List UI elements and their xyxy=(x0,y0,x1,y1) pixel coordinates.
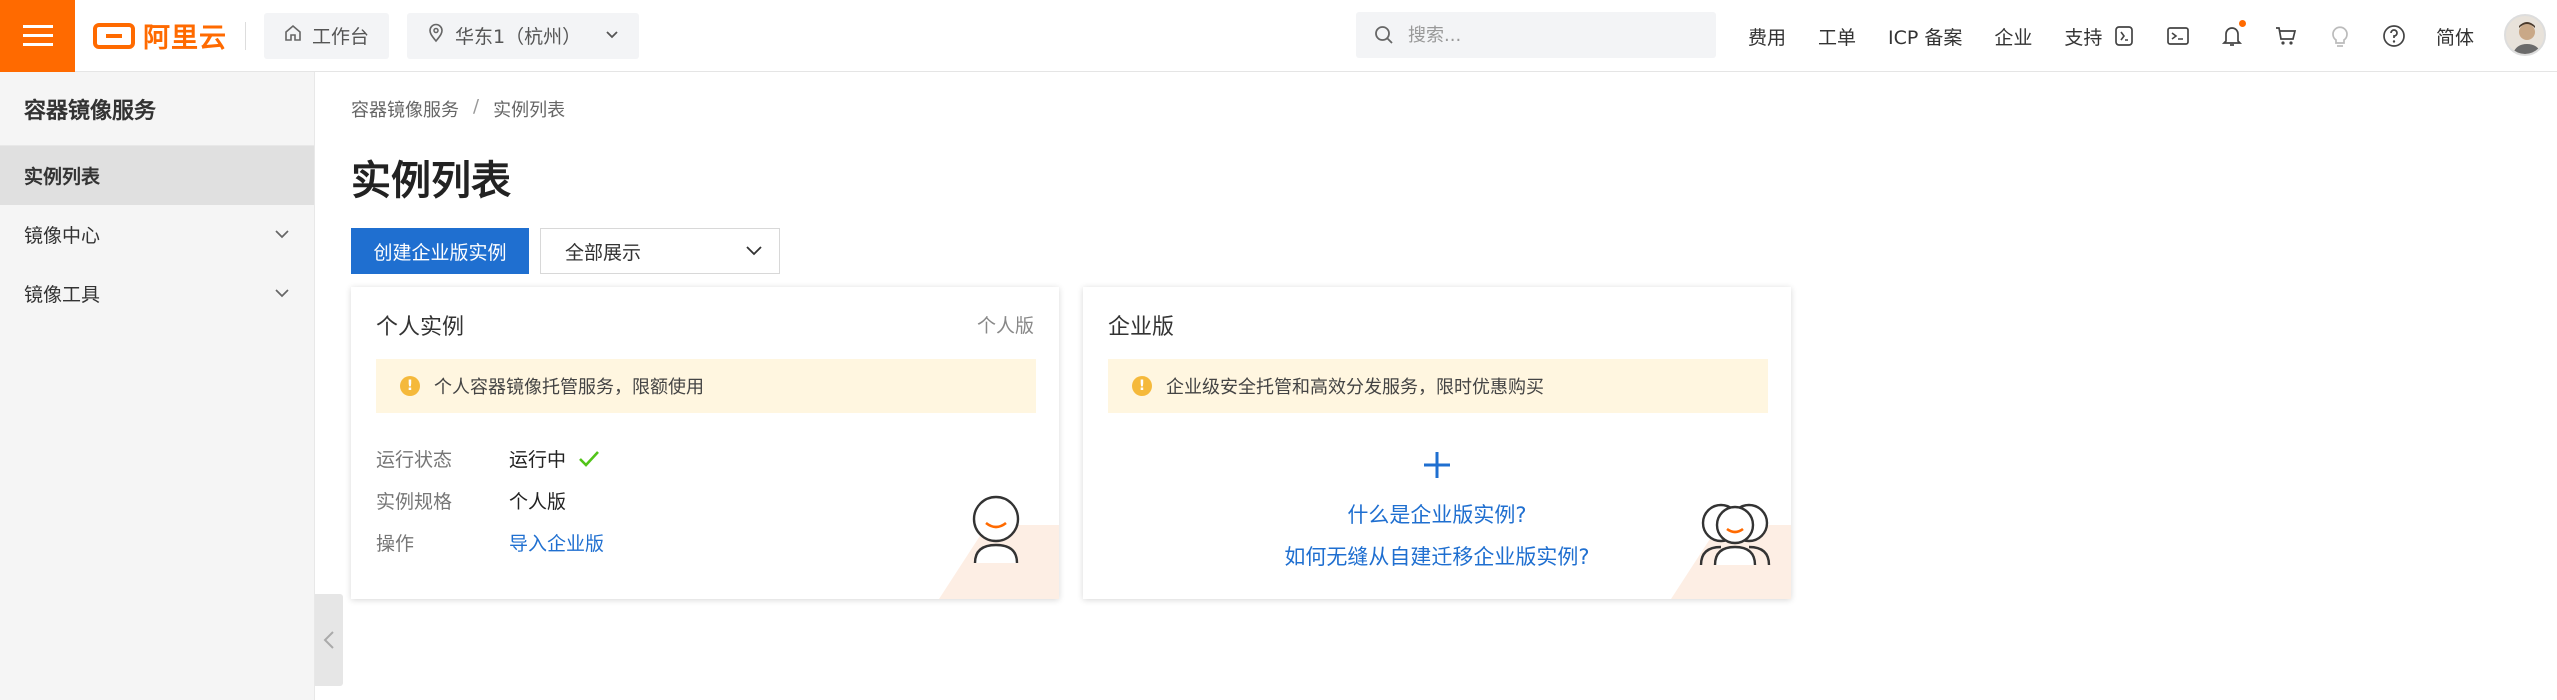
search-box[interactable] xyxy=(1356,12,1716,58)
sidebar-item-image-center[interactable]: 镜像中心 xyxy=(0,205,314,264)
aliyun-logo[interactable]: 阿里云 xyxy=(93,0,227,72)
chevron-down-icon xyxy=(274,227,290,243)
top-bar: 阿里云 工作台 华东1（杭州） 费用 工单 ICP 备案 企业 支持 xyxy=(0,0,2557,72)
sidebar-item-image-tools[interactable]: 镜像工具 xyxy=(0,264,314,323)
top-link-fees[interactable]: 费用 xyxy=(1748,23,1786,50)
notice-text: 企业级安全托管和高效分发服务，限时优惠购买 xyxy=(1166,377,1544,398)
notice-text: 个人容器镜像托管服务，限额使用 xyxy=(434,377,704,398)
spec-value: 个人版 xyxy=(509,491,567,513)
sidebar-item-instance-list[interactable]: 实例列表 xyxy=(0,146,314,205)
migrate-enterprise-link[interactable]: 如何无缝从自建迁移企业版实例? xyxy=(1083,541,1791,571)
create-enterprise-instance-button[interactable]: 创建企业版实例 xyxy=(351,228,529,274)
card-tag: 个人版 xyxy=(976,315,1034,337)
sidebar-item-label: 镜像工具 xyxy=(24,284,101,306)
avatar[interactable] xyxy=(2504,14,2546,56)
enterprise-instance-card: 企业版 ! 企业级安全托管和高效分发服务，限时优惠购买 什么是企业版实例? 如何… xyxy=(1083,287,1791,599)
top-link-tickets[interactable]: 工单 xyxy=(1818,23,1856,50)
main-content: 容器镜像服务 / 实例列表 实例列表 创建企业版实例 全部展示 个人实例 个人版… xyxy=(315,72,2557,700)
status-row: 运行状态 运行中 xyxy=(376,445,600,472)
page-title: 实例列表 xyxy=(351,158,511,204)
chevron-down-icon xyxy=(746,246,762,256)
filter-select[interactable]: 全部展示 xyxy=(540,228,780,274)
menu-bar-icon xyxy=(22,34,53,37)
status-text: 运行中 xyxy=(509,449,567,471)
top-link-icp[interactable]: ICP 备案 xyxy=(1888,23,1962,50)
language-switch[interactable]: 简体 xyxy=(2436,23,2474,50)
logo-text: 阿里云 xyxy=(143,23,227,54)
notification-bell-icon[interactable] xyxy=(2218,20,2246,50)
menu-bar-icon xyxy=(22,43,53,46)
hamburger-menu-button[interactable] xyxy=(0,0,75,72)
sidebar: 容器镜像服务 实例列表 镜像中心 镜像工具 xyxy=(0,72,315,700)
search-input[interactable] xyxy=(1408,24,1688,46)
lightbulb-icon[interactable] xyxy=(2326,22,2354,50)
workbench-label: 工作台 xyxy=(312,26,370,48)
breadcrumb-separator: / xyxy=(473,96,480,117)
workbench-button[interactable]: 工作台 xyxy=(264,12,390,59)
chevron-down-icon xyxy=(274,286,290,302)
plus-icon[interactable] xyxy=(1083,447,1791,487)
person-illustration-icon xyxy=(972,495,1020,564)
status-value: 运行中 xyxy=(509,445,600,472)
card-title: 个人实例 xyxy=(376,315,465,340)
sidebar-item-label: 镜像中心 xyxy=(24,225,101,247)
location-pin-icon xyxy=(427,23,445,48)
notice-banner: ! 个人容器镜像托管服务，限额使用 xyxy=(376,359,1036,413)
warning-icon: ! xyxy=(400,376,420,396)
status-key: 运行状态 xyxy=(376,449,453,471)
check-icon xyxy=(579,450,599,467)
divider xyxy=(245,21,246,50)
spec-key: 实例规格 xyxy=(376,491,453,513)
filter-select-value: 全部展示 xyxy=(565,241,642,264)
sidebar-title: 容器镜像服务 xyxy=(0,72,314,146)
top-link-support[interactable]: 支持 xyxy=(2064,23,2102,50)
breadcrumb: 容器镜像服务 / 实例列表 xyxy=(351,96,565,122)
chevron-down-icon xyxy=(605,28,619,44)
breadcrumb-item-service[interactable]: 容器镜像服务 xyxy=(351,96,459,122)
sidebar-item-label: 实例列表 xyxy=(24,166,101,188)
cart-icon[interactable] xyxy=(2272,22,2300,50)
card-title: 企业版 xyxy=(1108,315,1175,340)
spec-row: 实例规格 个人版 xyxy=(376,487,566,514)
home-icon xyxy=(284,24,302,47)
top-links: 费用 工单 ICP 备案 企业 支持 xyxy=(1748,0,2134,72)
region-selector[interactable]: 华东1（杭州） xyxy=(407,12,640,59)
top-link-enterprise[interactable]: 企业 xyxy=(1994,23,2032,50)
sidebar-collapse-handle[interactable] xyxy=(315,594,343,686)
top-icons: 简体 xyxy=(2110,0,2474,72)
enterprise-empty-state: 什么是企业版实例? 如何无缝从自建迁移企业版实例? xyxy=(1083,447,1791,571)
notification-dot xyxy=(2239,20,2246,27)
notice-banner: ! 企业级安全托管和高效分发服务，限时优惠购买 xyxy=(1108,359,1768,413)
user-avatar-icon xyxy=(2512,22,2542,54)
import-enterprise-link[interactable]: 导入企业版 xyxy=(509,529,604,556)
warning-icon: ! xyxy=(1132,376,1152,396)
action-key: 操作 xyxy=(376,533,415,555)
help-icon[interactable] xyxy=(2380,22,2408,50)
region-label: 华东1（杭州） xyxy=(455,26,582,48)
terminal-icon[interactable] xyxy=(2164,22,2192,50)
personal-instance-card: 个人实例 个人版 ! 个人容器镜像托管服务，限额使用 运行状态 运行中 实例规格… xyxy=(351,287,1059,599)
search-icon xyxy=(1375,26,1393,44)
logo-mark-icon xyxy=(93,22,135,49)
ai-assistant-icon[interactable] xyxy=(2110,22,2138,50)
menu-bar-icon xyxy=(22,25,53,28)
group-illustration-icon xyxy=(1699,503,1771,566)
chevron-left-icon xyxy=(323,631,334,649)
what-is-enterprise-link[interactable]: 什么是企业版实例? xyxy=(1083,499,1791,529)
breadcrumb-item-current: 实例列表 xyxy=(493,100,566,121)
action-row: 操作 导入企业版 xyxy=(376,529,604,556)
